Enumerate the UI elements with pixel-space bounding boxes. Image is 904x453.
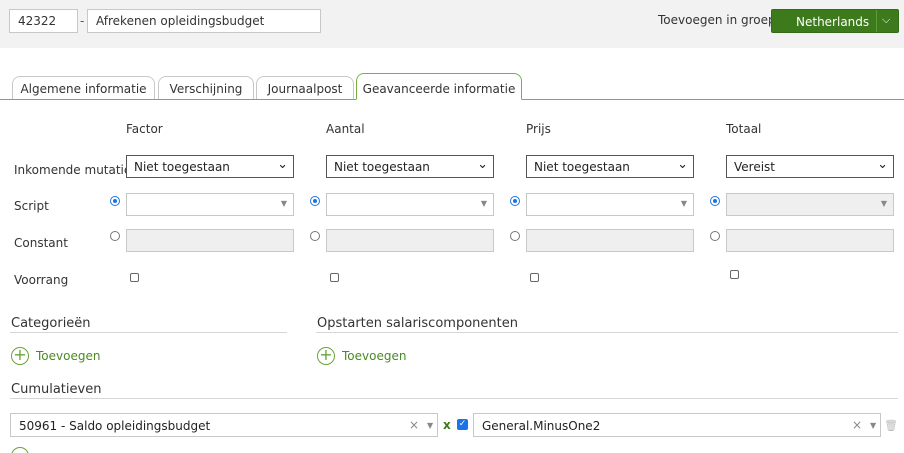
constant-input-factor <box>126 229 294 252</box>
incoming-select-price[interactable]: Niet toegestaan ⌄ <box>526 155 694 178</box>
caret-down-icon: ▼ <box>427 421 434 430</box>
row-label-script: Script <box>14 199 49 213</box>
cumulative-factor-value: General.MinusOne2 <box>482 419 601 433</box>
row-label-incoming: Inkomende mutatie <box>14 163 132 177</box>
multiplier-label: x <box>443 418 451 432</box>
group-dropdown-button[interactable]: Netherlands ⌵ <box>771 9 899 33</box>
add-in-group-label: Toevoegen in groep <box>658 13 776 27</box>
cumulative-factor-select[interactable]: General.MinusOne2 × ▼ <box>473 413 881 437</box>
add-cumulative-plus-icon[interactable] <box>11 447 29 453</box>
caret-down-icon: ▼ <box>870 421 877 430</box>
caret-down-icon: ▼ <box>480 199 487 208</box>
group-button-divider <box>876 10 877 32</box>
script-combo-amount[interactable]: ▼ <box>326 193 494 216</box>
add-category-button[interactable]: + Toevoegen <box>11 347 101 367</box>
column-header-total: Totaal <box>726 122 762 136</box>
row-label-constant: Constant <box>14 236 68 250</box>
incoming-select-amount[interactable]: Niet toegestaan ⌄ <box>326 155 494 178</box>
incoming-select-factor[interactable]: Niet toegestaan ⌄ <box>126 155 294 178</box>
column-header-factor: Factor <box>126 122 163 136</box>
plus-circle-icon: + <box>11 347 29 365</box>
id-name-separator: - <box>80 14 85 28</box>
section-divider <box>10 398 898 399</box>
section-title-categories: Categorieën <box>11 316 91 331</box>
constant-input-total <box>726 229 894 252</box>
element-id-input[interactable]: 42322 <box>9 9 78 33</box>
tab-appearance[interactable]: Verschijning <box>158 76 254 100</box>
add-label: Toevoegen <box>342 349 407 363</box>
script-radio-total[interactable] <box>710 196 720 206</box>
caret-down-icon: ▼ <box>880 199 887 208</box>
column-header-price: Prijs <box>526 122 551 136</box>
priority-checkbox-amount[interactable] <box>330 273 339 282</box>
top-bar: 42322 - Afrekenen opleidingsbudget Toevo… <box>0 0 904 48</box>
chevron-down-icon: ⌄ <box>877 157 888 172</box>
add-startup-component-button[interactable]: + Toevoegen <box>317 347 407 367</box>
section-divider <box>316 332 898 333</box>
multiplier-checkbox[interactable]: ✓ <box>457 419 468 430</box>
script-combo-price[interactable]: ▼ <box>526 193 694 216</box>
caret-down-icon: ▼ <box>680 199 687 208</box>
trash-icon[interactable]: 🗑 <box>884 419 898 432</box>
priority-checkbox-total[interactable] <box>730 270 739 279</box>
constant-input-price <box>526 229 694 252</box>
script-radio-price[interactable] <box>510 196 520 206</box>
add-label: Toevoegen <box>36 349 101 363</box>
check-icon: ✓ <box>458 419 467 429</box>
clear-icon[interactable]: × <box>852 418 862 432</box>
incoming-select-total[interactable]: Vereist ⌄ <box>726 155 894 178</box>
script-combo-total: ▼ <box>726 193 894 216</box>
constant-radio-factor[interactable] <box>110 231 120 241</box>
constant-radio-amount[interactable] <box>310 231 320 241</box>
script-radio-amount[interactable] <box>310 196 320 206</box>
plus-circle-icon: + <box>317 347 335 365</box>
constant-input-amount <box>326 229 494 252</box>
priority-checkbox-factor[interactable] <box>130 273 139 282</box>
tab-journal-entry[interactable]: Journaalpost <box>256 76 354 100</box>
caret-down-icon: ▼ <box>280 199 287 208</box>
chevron-down-icon: ⌄ <box>277 157 288 172</box>
section-title-cumulatives: Cumulatieven <box>11 382 102 397</box>
constant-radio-price[interactable] <box>510 231 520 241</box>
script-radio-factor[interactable] <box>110 196 120 206</box>
constant-radio-total[interactable] <box>710 231 720 241</box>
script-combo-factor[interactable]: ▼ <box>126 193 294 216</box>
chevron-down-icon: ⌄ <box>477 157 488 172</box>
element-name-input[interactable]: Afrekenen opleidingsbudget <box>87 9 321 33</box>
cumulative-value: 50961 - Saldo opleidingsbudget <box>19 419 211 433</box>
chevron-down-icon: ⌵ <box>882 13 891 26</box>
cumulative-select[interactable]: 50961 - Saldo opleidingsbudget × ▼ <box>10 413 438 437</box>
chevron-down-icon: ⌄ <box>677 157 688 172</box>
section-title-startup-components: Opstarten salariscomponenten <box>317 316 518 331</box>
priority-checkbox-price[interactable] <box>530 273 539 282</box>
group-button-label: Netherlands <box>796 15 870 29</box>
tab-general-information[interactable]: Algemene informatie <box>12 76 155 100</box>
clear-icon[interactable]: × <box>409 418 419 432</box>
tab-advanced-information[interactable]: Geavanceerde informatie <box>356 73 522 100</box>
row-label-priority: Voorrang <box>14 273 69 287</box>
section-divider <box>10 332 287 333</box>
column-header-amount: Aantal <box>326 122 365 136</box>
